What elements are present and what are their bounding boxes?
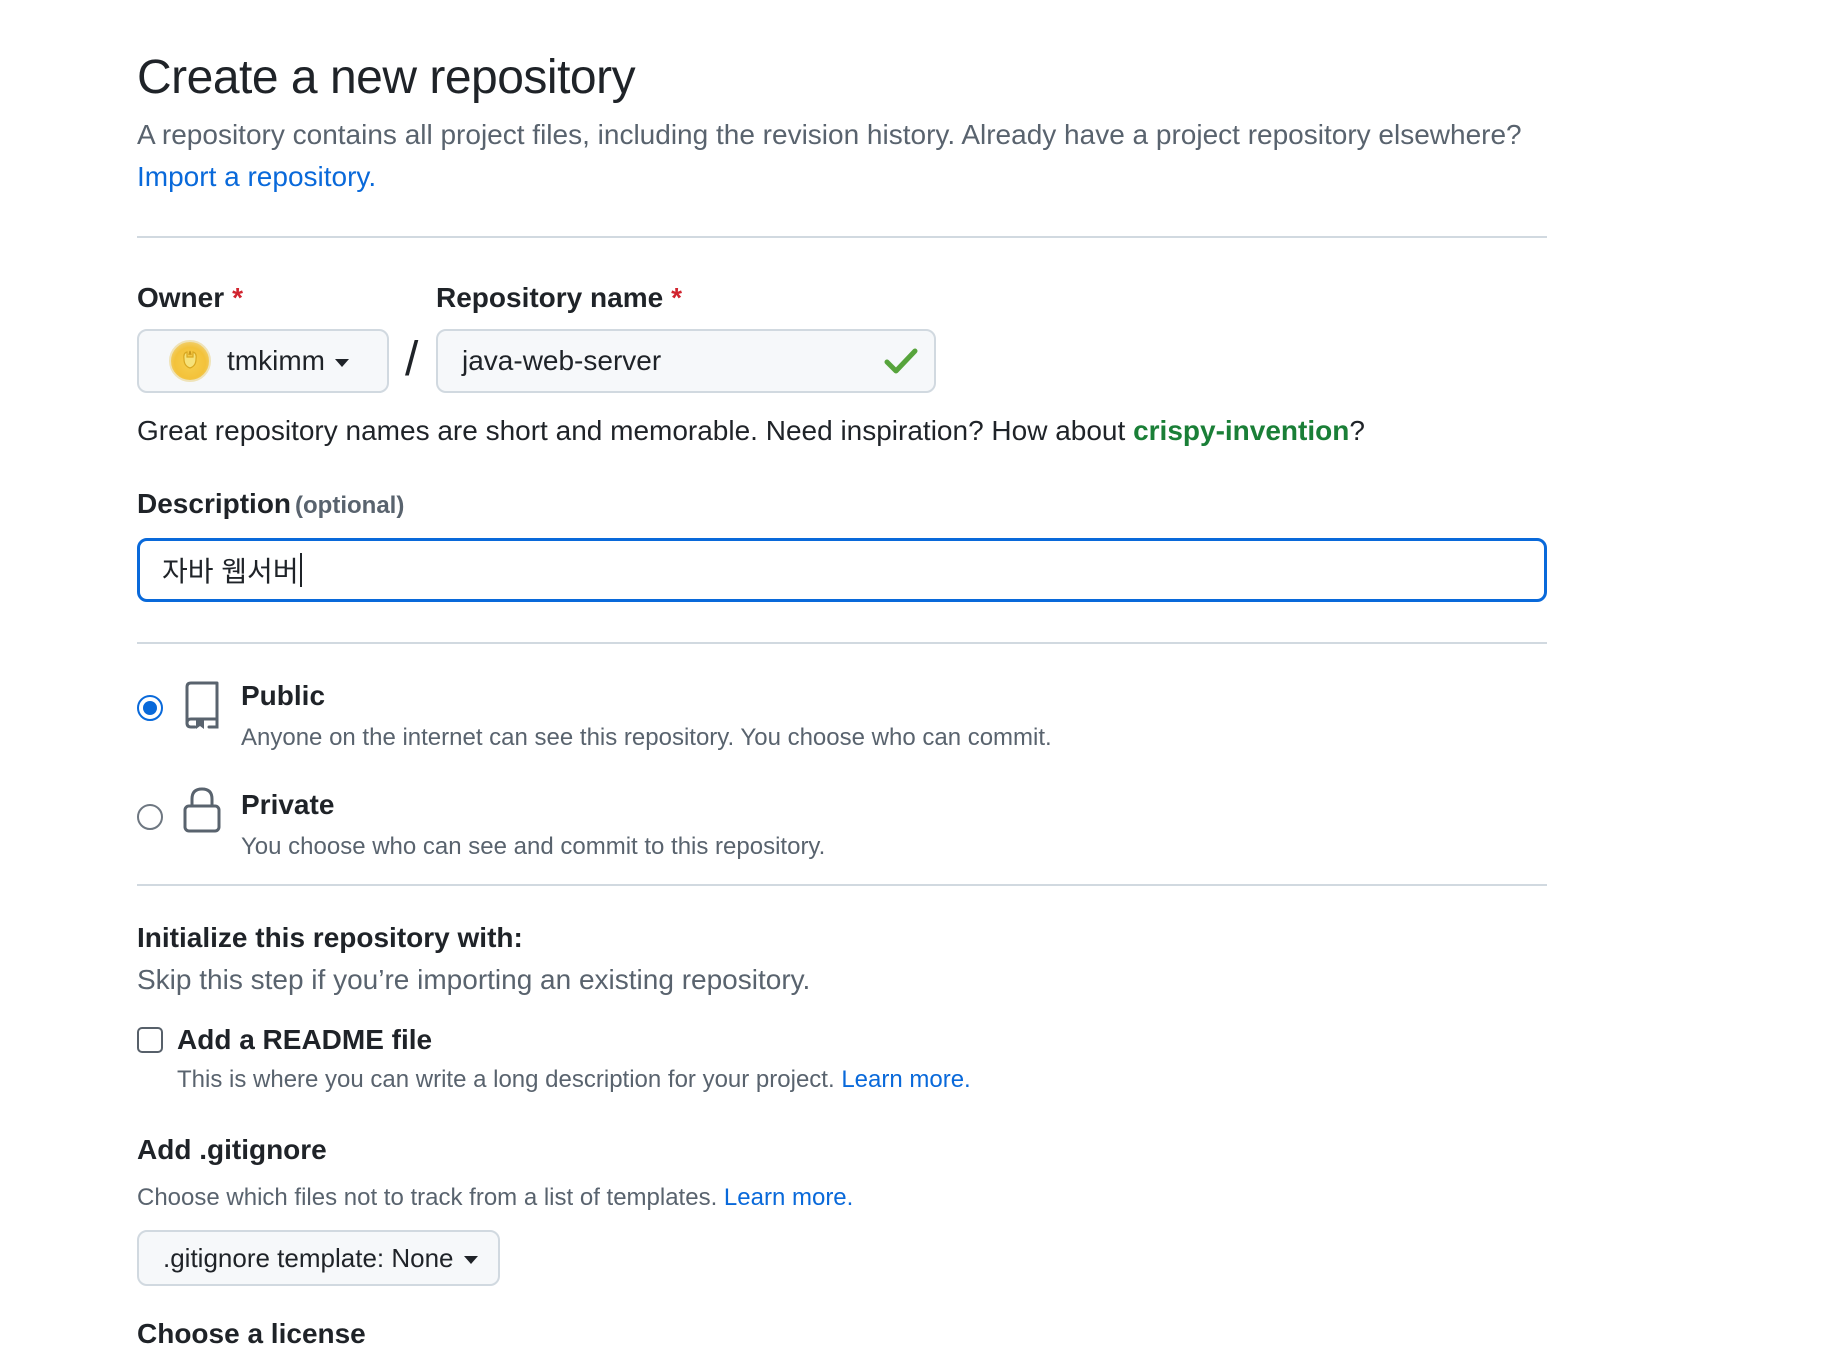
repo-name-hint-text: Great repository names are short and mem… bbox=[137, 415, 1126, 446]
description-label: Description (optional) bbox=[137, 488, 404, 520]
name-suggestion-link[interactable]: crispy-invention bbox=[1133, 415, 1349, 446]
lock-icon bbox=[183, 787, 221, 833]
owner-name: tmkimm bbox=[227, 345, 325, 376]
repo-name-input[interactable]: java-web-server bbox=[436, 329, 936, 393]
readme-learn-more-link[interactable]: Learn more. bbox=[841, 1066, 970, 1093]
divider-visibility bbox=[137, 884, 1547, 886]
gitignore-title: Add .gitignore bbox=[137, 1134, 327, 1165]
chevron-down-icon bbox=[334, 359, 349, 367]
owner-label-text: Owner bbox=[137, 282, 225, 313]
add-readme-checkbox[interactable] bbox=[137, 1027, 163, 1053]
gitignore-template-dropdown[interactable]: .gitignore template: None bbox=[137, 1230, 500, 1286]
text-cursor bbox=[299, 553, 302, 587]
avatar bbox=[169, 340, 211, 382]
description-input[interactable]: 자바 웹서버 bbox=[137, 538, 1547, 602]
gitignore-learn-more-link[interactable]: Learn more. bbox=[724, 1184, 853, 1211]
description-optional-text: (optional) bbox=[295, 492, 405, 519]
repo-icon bbox=[185, 681, 219, 729]
visibility-public-radio[interactable] bbox=[137, 695, 163, 721]
add-readme-label[interactable]: Add a README file bbox=[177, 1024, 432, 1056]
repo-name-required-mark: * bbox=[671, 282, 683, 313]
visibility-private-radio[interactable] bbox=[137, 804, 163, 830]
check-icon bbox=[884, 348, 918, 374]
visibility-private-description: You choose who can see and commit to thi… bbox=[241, 833, 826, 860]
add-readme-description: This is where you can write a long descr… bbox=[177, 1066, 971, 1094]
avatar-figure-icon bbox=[183, 350, 197, 369]
initialize-subtitle: Skip this step if you’re importing an ex… bbox=[137, 964, 811, 995]
initialize-title: Initialize this repository with: bbox=[137, 922, 523, 953]
subtitle-text: A repository contains all project files,… bbox=[137, 119, 1522, 150]
owner-repo-separator: / bbox=[405, 333, 419, 386]
divider-top bbox=[137, 236, 1547, 238]
license-title: Choose a license bbox=[137, 1318, 366, 1349]
chevron-down-icon bbox=[463, 1256, 478, 1264]
page-title: Create a new repository bbox=[137, 51, 636, 104]
owner-required-mark: * bbox=[232, 282, 244, 313]
repo-name-label: Repository name * bbox=[436, 282, 682, 314]
owner-dropdown-button[interactable]: tmkimm bbox=[137, 329, 389, 393]
repo-name-label-text: Repository name bbox=[436, 282, 664, 313]
owner-label: Owner * bbox=[137, 282, 243, 314]
page-subtitle: A repository contains all project files,… bbox=[137, 114, 1557, 198]
gitignore-description-text: Choose which files not to track from a l… bbox=[137, 1184, 718, 1211]
description-label-text: Description bbox=[137, 488, 292, 519]
gitignore-template-label: .gitignore template: None bbox=[163, 1242, 454, 1273]
visibility-private-title: Private bbox=[241, 789, 335, 820]
description-value: 자바 웹서버 bbox=[162, 556, 299, 587]
repo-name-value: java-web-server bbox=[462, 345, 662, 376]
gitignore-description: Choose which files not to track from a l… bbox=[137, 1184, 853, 1212]
add-readme-description-text: This is where you can write a long descr… bbox=[177, 1066, 835, 1093]
repo-name-hint-suffix: ? bbox=[1349, 415, 1365, 446]
visibility-public-description: Anyone on the internet can see this repo… bbox=[241, 724, 1052, 751]
repo-name-hint: Great repository names are short and mem… bbox=[137, 415, 1365, 447]
import-repository-link[interactable]: Import a repository. bbox=[137, 161, 376, 192]
visibility-public-title: Public bbox=[241, 680, 326, 711]
divider-description bbox=[137, 642, 1547, 644]
